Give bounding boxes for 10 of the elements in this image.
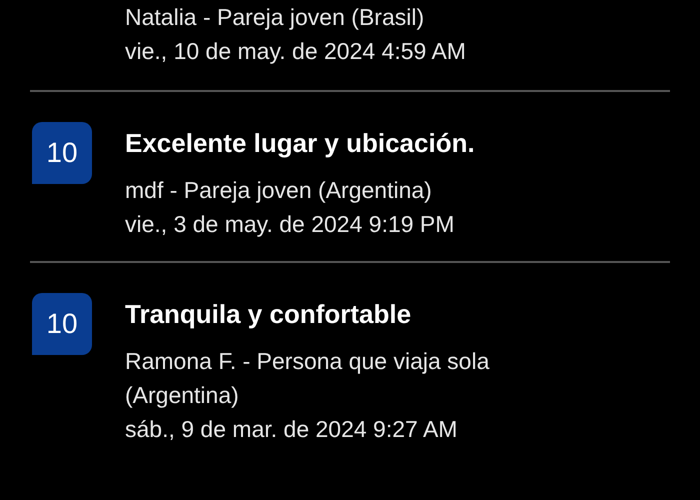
review-date: vie., 10 de may. de 2024 4:59 AM (125, 37, 466, 66)
review-title: Tranquila y confortable (125, 299, 412, 330)
score-badge: 10 (32, 293, 92, 355)
review-date: sáb., 9 de mar. de 2024 9:27 AM (125, 415, 458, 444)
reviewer-info: mdf - Pareja joven (Argentina) (125, 176, 433, 205)
score-badge: 10 (32, 122, 92, 184)
review-title: Excelente lugar y ubicación. (125, 128, 475, 159)
review-date: vie., 3 de may. de 2024 9:19 PM (125, 210, 456, 239)
reviewer-info: Ramona F. - Persona que viaja sola (Argentina) (125, 347, 490, 410)
reviewer-info: Natalia - Pareja joven (Brasil) (125, 3, 426, 32)
